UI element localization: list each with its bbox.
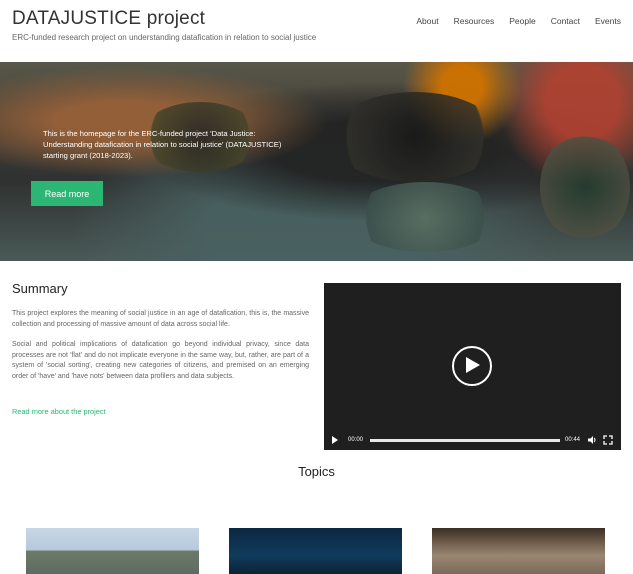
site-title[interactable]: DATAJUSTICE project xyxy=(12,8,205,30)
fullscreen-icon[interactable] xyxy=(603,435,613,445)
site-tagline: ERC-funded research project on understan… xyxy=(12,33,317,42)
hero-overlay xyxy=(0,62,633,261)
duration: 00:44 xyxy=(565,437,581,443)
video-controls: 00:00 00:44 xyxy=(324,430,621,450)
volume-icon[interactable] xyxy=(587,435,597,445)
control-play-icon[interactable] xyxy=(332,436,338,444)
nav-item-resources[interactable]: Resources xyxy=(454,16,495,26)
read-more-project-link[interactable]: Read more about the project xyxy=(12,407,106,416)
video-player[interactable]: 00:00 00:44 xyxy=(324,283,621,450)
nav-item-contact[interactable]: Contact xyxy=(551,16,580,26)
nav-item-about[interactable]: About xyxy=(416,16,438,26)
summary-paragraph-2: Social and political implications of dat… xyxy=(12,341,309,380)
play-triangle-icon xyxy=(466,357,480,373)
hero-banner: This is the homepage for the ERC-funded … xyxy=(0,62,633,261)
progress-bar[interactable] xyxy=(370,439,560,442)
summary-title: Summary xyxy=(12,281,68,296)
topics-title: Topics xyxy=(298,464,335,479)
nav-item-people[interactable]: People xyxy=(509,16,535,26)
topic-card-2[interactable] xyxy=(229,528,402,574)
current-time: 00:00 xyxy=(348,437,364,443)
read-more-button[interactable]: Read more xyxy=(31,181,103,206)
main-nav: About Resources People Contact Events xyxy=(416,16,621,26)
topic-card-3[interactable] xyxy=(432,528,605,574)
nav-item-events[interactable]: Events xyxy=(595,16,621,26)
site-header: DATAJUSTICE project ERC-funded research … xyxy=(0,0,633,62)
topic-card-1[interactable] xyxy=(26,528,199,574)
hero-text: This is the homepage for the ERC-funded … xyxy=(43,129,282,160)
summary-paragraph-1: This project explores the meaning of soc… xyxy=(12,310,309,328)
play-icon[interactable] xyxy=(452,346,492,386)
